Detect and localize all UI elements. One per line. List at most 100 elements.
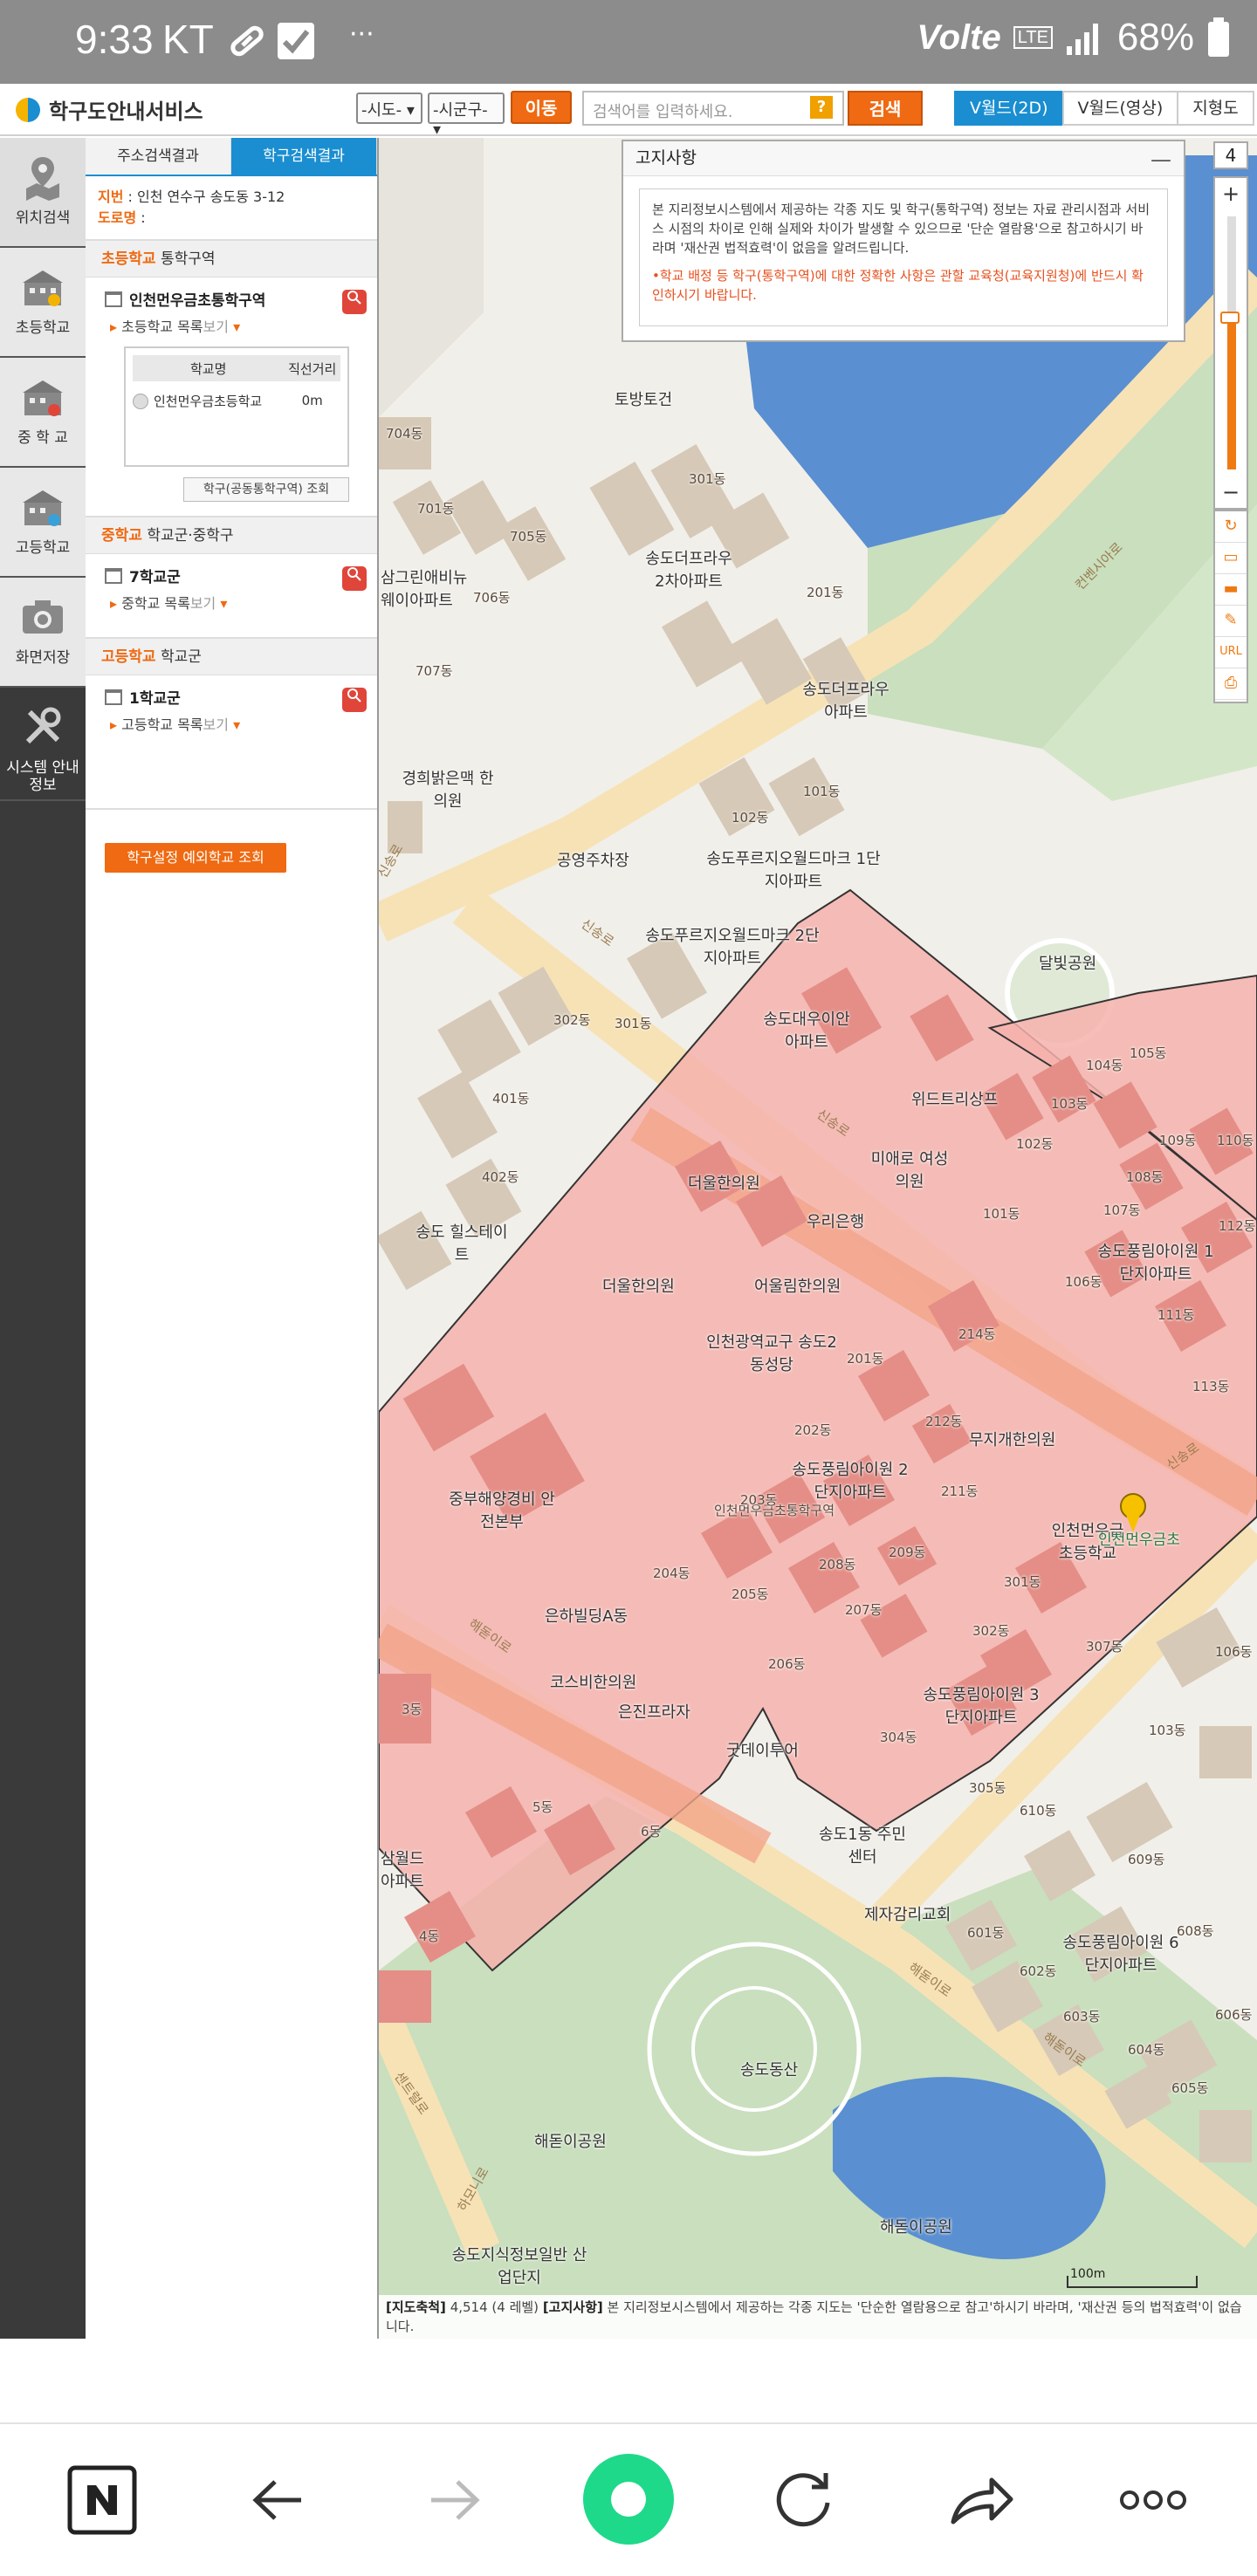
zoom-track[interactable] — [1220, 216, 1240, 469]
tab-address-result[interactable]: 주소검색결과 — [86, 138, 231, 175]
radio-button[interactable] — [133, 394, 148, 409]
checkbox-icon — [278, 23, 314, 59]
print-icon[interactable]: ⎙ — [1215, 668, 1247, 700]
middle-list-toggle[interactable]: ▸ 중학교 목록보기 ▾ — [105, 592, 361, 613]
tab-vworld-image[interactable]: V월드(영상) — [1061, 91, 1179, 126]
share-button[interactable] — [941, 2461, 1020, 2539]
sido-select[interactable]: -시도- ▾ — [356, 92, 422, 124]
unit-label: 304동 — [880, 1730, 917, 1745]
map-label: 송도푸르지오월드마크 2단지아파트 — [645, 927, 820, 968]
map-view[interactable]: 토방토건 301동 송도더프라우 2차아파트 201동 송도더프라우 아파트 1… — [379, 138, 1257, 2339]
zoom-to-zone-button[interactable] — [342, 290, 367, 314]
zoom-to-zone-button[interactable] — [342, 688, 367, 712]
zoom-slider[interactable]: + − — [1213, 176, 1248, 510]
section-type: 고등학교 — [101, 648, 156, 666]
map-label: 송도동산 — [740, 2061, 799, 2079]
map-label: 코스비한의원 — [550, 1674, 637, 1692]
table-row[interactable]: 인천먼우금초등학교 0m — [133, 381, 340, 420]
sigungu-select-value: -시군구- — [433, 101, 488, 120]
map-canvas[interactable] — [379, 138, 1257, 2339]
elementary-zone-name: 인천먼우금초통학구역 — [129, 292, 266, 310]
minimize-button[interactable]: — — [1151, 143, 1171, 176]
high-section-header: 고등학교 학교군 — [86, 637, 377, 675]
elementary-list-toggle[interactable]: ▸ 초등학교 목록보기 ▾ — [105, 315, 361, 336]
list-toggle: 보기 — [203, 319, 229, 335]
chevron-down-icon: ▾ — [233, 716, 241, 733]
school-name: 인천먼우금초등학교 — [154, 393, 263, 409]
forward-button[interactable] — [414, 2461, 492, 2539]
zoom-in-button[interactable]: + — [1215, 182, 1247, 206]
map-label: 704동 — [386, 426, 423, 442]
list-label: 중학교 목록 — [121, 595, 190, 612]
url-icon[interactable]: URL — [1215, 637, 1247, 668]
school-building-icon — [23, 490, 63, 526]
rail-location-search[interactable]: 위치검색 — [0, 138, 86, 248]
tab-vworld-2d[interactable]: V월드(2D) — [954, 91, 1064, 126]
more-button[interactable] — [1114, 2461, 1192, 2539]
search-button[interactable]: 검색 — [848, 91, 923, 126]
map-label: 중부해양경비 안전본부 — [449, 1490, 555, 1531]
unit-label: 103동 — [1149, 1723, 1186, 1738]
left-rail: 위치검색 초등학교 중 학 교 고등학교 화면저장 시스템 안내정보 — [0, 138, 86, 2339]
layer-icon[interactable]: ▬ — [1215, 574, 1247, 606]
high-list-toggle[interactable]: ▸ 고등학교 목록보기 ▾ — [105, 713, 361, 734]
shared-zone-button[interactable]: 학구(공동통학구역) 조회 — [183, 477, 349, 502]
rail-middle[interactable]: 중 학 교 — [0, 358, 86, 468]
site-logo[interactable]: 학구도안내서비스 — [16, 94, 203, 125]
back-button[interactable] — [240, 2461, 319, 2539]
tools-icon — [25, 707, 61, 744]
middle-block: 7학교군 ▸ 중학교 목록보기 ▾ — [86, 554, 377, 627]
unit-label: 208동 — [819, 1557, 856, 1572]
monitor-icon[interactable]: ▭ — [1215, 543, 1247, 574]
zoom-to-zone-button[interactable] — [342, 566, 367, 591]
panel-tabs: 주소검색결과 학구검색결과 — [86, 138, 377, 176]
unit-label: 601동 — [967, 1925, 1005, 1941]
pencil-icon[interactable]: ✎ — [1215, 606, 1247, 637]
map-label: 달빛공원 — [1039, 955, 1097, 973]
school-building-icon — [23, 271, 63, 306]
reload-button[interactable] — [765, 2461, 843, 2539]
unit-label: 203동 — [740, 1492, 778, 1508]
rail-elementary[interactable]: 초등학교 — [0, 248, 86, 358]
notice-key: [고지사항] — [542, 2299, 603, 2315]
scale-bar — [1067, 2276, 1198, 2288]
building-icon — [105, 689, 122, 705]
reset-icon[interactable]: ↻ — [1215, 511, 1247, 543]
location-marker[interactable] — [1120, 1493, 1146, 1519]
naver-home-button[interactable] — [63, 2461, 141, 2539]
sigungu-select[interactable]: -시군구- ▾ — [428, 92, 505, 139]
school-building-icon — [23, 380, 63, 416]
unit-label: 5동 — [532, 1799, 553, 1815]
exception-school-button[interactable]: 학구설정 예외학교 조회 — [105, 843, 286, 873]
tab-terrain[interactable]: 지형도 — [1177, 91, 1254, 126]
map-label: 우리은행 — [807, 1213, 865, 1231]
map-label: 401동 — [492, 1091, 530, 1106]
green-action-button[interactable] — [581, 2452, 676, 2546]
address-info: 지번 : 인천 연수구 송도동 3-12 도로명 : — [98, 188, 285, 226]
rail-high[interactable]: 고등학교 — [0, 468, 86, 578]
zoom-thumb[interactable] — [1220, 312, 1240, 324]
unit-label: 107동 — [1103, 1202, 1141, 1218]
move-button[interactable]: 이동 — [511, 91, 572, 124]
tab-zone-result[interactable]: 학구검색결과 — [231, 138, 377, 175]
unit-label: 301동 — [1004, 1574, 1041, 1590]
chevron-down-icon: ▾ — [233, 319, 241, 335]
section-label: 통학구역 — [160, 250, 216, 268]
school-marker-label: 인천먼우금초 — [1098, 1531, 1180, 1549]
notice-title: 고지사항 — [635, 148, 697, 168]
unit-label: 302동 — [972, 1623, 1010, 1639]
chevron-down-icon: ▾ — [220, 595, 228, 612]
road-key: 도로명 — [98, 209, 137, 226]
rail-label: 위치검색 — [15, 209, 71, 227]
rail-system-info[interactable]: 시스템 안내정보 — [0, 688, 86, 801]
map-footer: [지도축척] 4,514 (4 레벨) [고지사항] 본 지리정보시스템에서 제… — [379, 2295, 1257, 2339]
help-icon[interactable]: ? — [810, 96, 833, 119]
unit-label: 113동 — [1192, 1379, 1230, 1394]
unit-label: 602동 — [1020, 1963, 1057, 1979]
zoom-out-button[interactable]: − — [1215, 480, 1247, 504]
browser-toolbar — [0, 2422, 1257, 2576]
rail-screen-save[interactable]: 화면저장 — [0, 578, 86, 688]
unit-label: 102동 — [1016, 1136, 1054, 1152]
search-input[interactable]: 검색어를 입력하세요. — [582, 91, 844, 126]
map-label: 송도더프라우 2차아파트 — [645, 550, 732, 591]
